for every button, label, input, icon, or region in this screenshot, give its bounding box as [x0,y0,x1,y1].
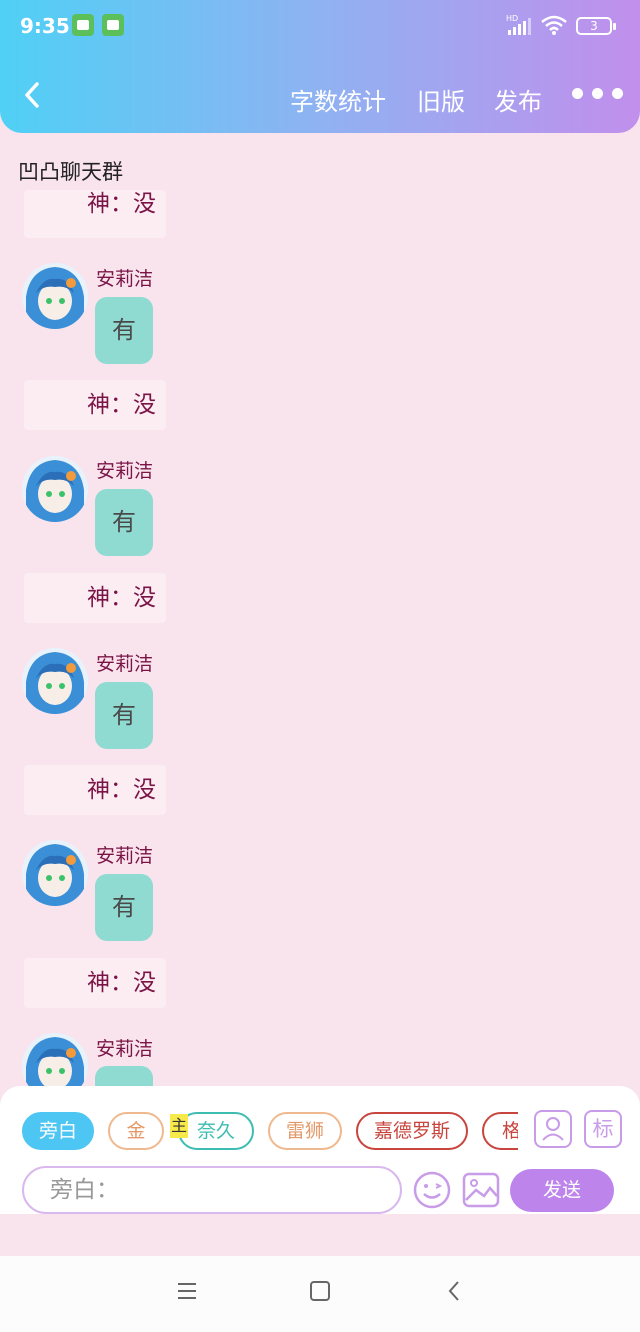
tag-icon[interactable]: 标 [584,1110,622,1148]
system-nav-bar [0,1256,640,1332]
more-dot-icon [572,88,583,99]
narration-text: 神：没 [87,777,156,803]
avatar[interactable] [22,456,88,522]
back-nav-icon[interactable] [444,1280,466,1302]
more-options-button[interactable] [572,88,623,99]
send-button[interactable]: 发送 [510,1169,614,1212]
avatar[interactable] [22,648,88,714]
back-button[interactable] [18,80,48,110]
top-app-bar: 9:35 HD 3 字数统计 旧版 发布 [0,0,640,133]
sender-name: 安莉洁 [96,268,154,290]
person-icon [542,1117,564,1141]
narration-message[interactable]: 神：没 [24,380,166,430]
message-bubble[interactable]: 有 [95,489,153,556]
app-notification-icon [72,14,94,36]
role-chip[interactable]: 金 [108,1112,164,1150]
narration-message[interactable]: 神：没 [24,190,166,238]
message-input[interactable]: 旁白： [22,1166,402,1214]
chat-title: 凹凸聊天群 [18,160,123,184]
home-icon[interactable] [309,1280,331,1302]
word-count-button[interactable]: 字数统计 [290,82,386,117]
narration-text: 神：没 [87,585,156,611]
narration-message[interactable]: 神：没 [24,573,166,623]
status-bar: 9:35 HD 3 [0,0,640,54]
role-chip[interactable]: 奈久 [178,1112,254,1150]
role-chip[interactable]: 雷狮 [268,1112,342,1150]
narration-text: 神：没 [87,970,156,996]
narration-message[interactable]: 神：没 [24,765,166,815]
avatar-image [22,648,88,714]
more-dot-icon [592,88,603,99]
battery-icon: 3 [576,17,616,35]
signal-hd-label: HD [506,14,518,23]
contact-card-icon[interactable] [534,1110,572,1148]
status-time: 9:35 [20,14,70,38]
more-dot-icon [612,88,623,99]
role-selector: 旁白 金 奈久 雷狮 嘉德罗斯 格 [0,1110,518,1152]
app-notification-icon [102,14,124,36]
old-version-button[interactable]: 旧版 [417,82,465,117]
role-chip-narrator[interactable]: 旁白 [22,1112,94,1150]
message-bubble[interactable]: 有 [95,682,153,749]
role-chip[interactable]: 格 [482,1112,518,1150]
sender-name: 安莉洁 [96,1038,154,1060]
owner-badge: 主 [170,1114,188,1138]
avatar[interactable] [22,263,88,329]
menu-icon[interactable] [176,1280,198,1302]
publish-button[interactable]: 发布 [494,82,542,117]
sender-name: 安莉洁 [96,653,154,675]
role-chip[interactable]: 嘉德罗斯 [356,1112,468,1150]
narration-text: 神：没 [87,392,156,418]
avatar[interactable] [22,840,88,906]
avatar-image [22,840,88,906]
wifi-icon [541,15,567,35]
narration-text: 神：没 [87,191,156,217]
narration-message[interactable]: 神：没 [24,958,166,1008]
emoji-icon[interactable] [412,1170,452,1210]
image-icon[interactable] [462,1172,500,1208]
signal-icon: HD [506,14,531,35]
avatar-image [22,263,88,329]
message-bubble[interactable]: 有 [95,297,153,364]
avatar-image [22,456,88,522]
sender-name: 安莉洁 [96,460,154,482]
sender-name: 安莉洁 [96,845,154,867]
message-bubble[interactable]: 有 [95,874,153,941]
